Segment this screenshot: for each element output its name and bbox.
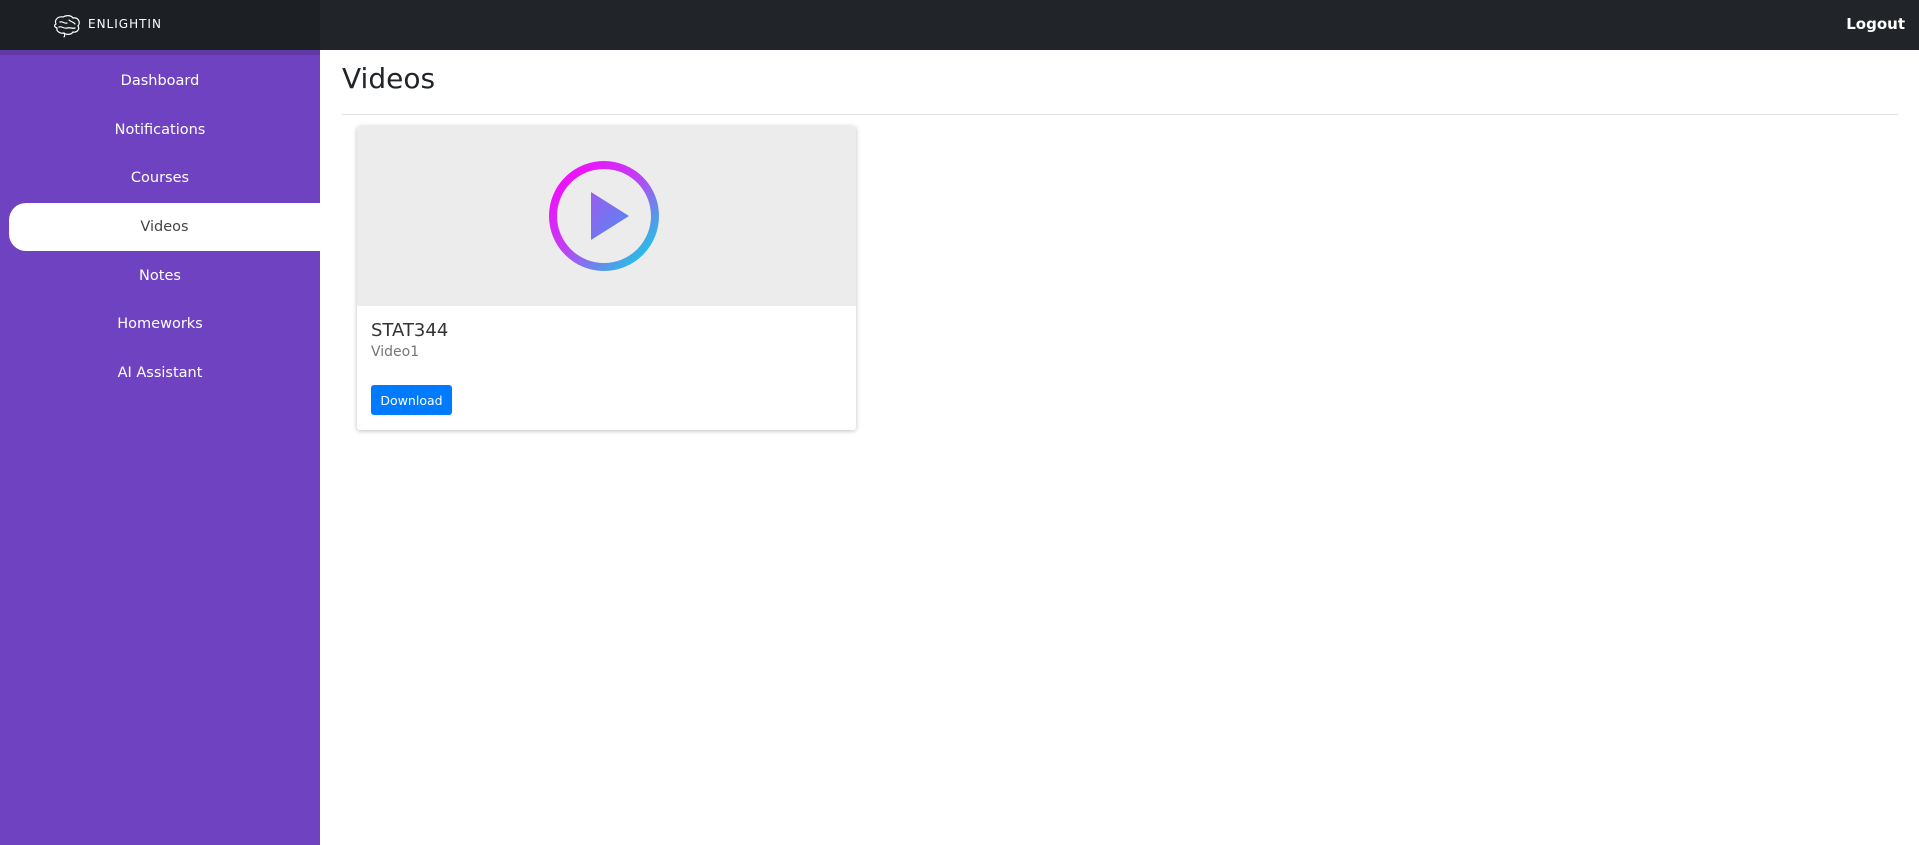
download-button[interactable]: Download [371, 385, 452, 415]
sidebar: Dashboard Notifications Courses Videos N… [0, 50, 320, 845]
sidebar-item-videos[interactable]: Videos [9, 203, 320, 251]
sidebar-item-courses[interactable]: Courses [0, 154, 320, 202]
brain-icon [54, 15, 80, 38]
logout-link[interactable]: Logout [1846, 15, 1905, 33]
sidebar-top-border [0, 50, 320, 55]
sidebar-item-notes[interactable]: Notes [0, 252, 320, 300]
page-title: Videos [342, 62, 436, 95]
title-divider [342, 114, 1898, 115]
sidebar-item-dashboard[interactable]: Dashboard [0, 57, 320, 105]
video-name: Video1 [371, 344, 420, 360]
video-course: STAT344 [371, 320, 449, 341]
top-navbar: ENLIGHTIN Logout [0, 0, 1919, 50]
sidebar-item-homeworks[interactable]: Homeworks [0, 300, 320, 348]
sidebar-item-notifications[interactable]: Notifications [0, 106, 320, 154]
video-thumbnail[interactable] [357, 126, 856, 306]
video-card: STAT344 Video1 Download [357, 126, 856, 430]
brand-area[interactable]: ENLIGHTIN [0, 0, 320, 50]
play-circle-icon [549, 161, 659, 271]
brand-name: ENLIGHTIN [88, 17, 162, 31]
sidebar-item-ai-assistant[interactable]: AI Assistant [0, 349, 320, 397]
